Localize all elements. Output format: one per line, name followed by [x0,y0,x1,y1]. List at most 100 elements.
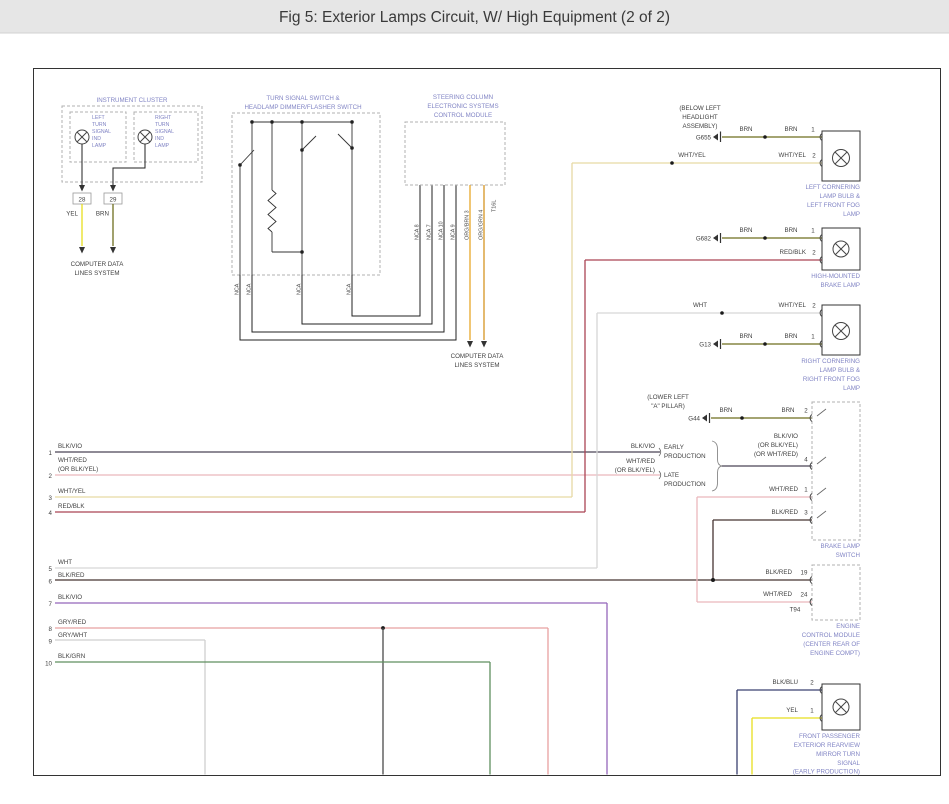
ground-id-label: G44 [688,416,700,423]
ground-location-label: HEADLIGHT [682,114,718,121]
component-label: RIGHT FRONT FOG [803,376,860,383]
wire-row-label: BLK/VIO [58,594,82,601]
wire-row-label: (OR BLK/YEL) [58,466,98,473]
right-lamp-label: SIGNAL [155,129,174,135]
wire-label: BRN [719,407,732,414]
right-lamp-label: RIGHT [155,115,172,121]
wire-row-label: GRY/WHT [58,632,87,639]
right-cornering-lamp: WHT WHT/YEL 2 G13 BRN BRN 1 RIGHT CORNER… [597,302,861,568]
component-label: ENGINE COMPT) [810,650,860,657]
production-variant-label: EARLY [664,444,684,451]
junction-dot [763,342,767,346]
wire-label: (OR WHT/RED) [754,451,798,458]
junction-dot [763,236,767,240]
component-label: LAMP BULB & [820,193,861,200]
wire-label: BRN [784,333,797,340]
wire-switch-to-module [302,185,432,324]
right-lamp-label: LAMP [155,143,170,149]
wire-row-num: 8 [49,626,53,633]
pin-number: 24 [801,592,808,599]
component-label: HIGH-MOUNTED [811,273,860,280]
pin-number: 1 [811,127,815,134]
steering-module-title: STEERING COLUMN [433,94,493,101]
wire-row-label: WHT/YEL [58,488,86,495]
wire-row-num: 4 [49,510,53,517]
component-label: ENGINE [836,623,860,630]
wire-label: WHT/RED [769,486,798,493]
wire-label: BLK/BLU [773,679,798,686]
lamp-bulb-icon [833,323,850,340]
left-lamp-label: IND [92,136,101,142]
wire-row-label: BLK/GRN [58,653,85,660]
pin-number: 2 [812,153,816,160]
component-label: LAMP BULB & [820,367,861,374]
ground-connector-icon [713,132,721,143]
wire-label: BLK/VIO [631,443,655,450]
wire-row-label: RED/BLK [58,503,85,510]
left-lamp-label: LAMP [92,143,107,149]
steering-module-title: ELECTRONIC SYSTEMS [427,103,498,110]
brace-icon [712,441,722,491]
right-cornering-lamp-box [822,305,860,355]
junction-dot [720,311,724,315]
wire-label: BRN [784,126,797,133]
lamp-bulb-icon [833,150,850,167]
arrow-down-icon [467,341,473,348]
junction-dot [711,578,715,582]
pin-number: 2 [812,303,816,310]
component-label: BRAKE LAMP [820,282,860,289]
wire-row-num: 2 [49,473,53,480]
page-title: Fig 5: Exterior Lamps Circuit, W/ High E… [279,9,670,26]
left-lamp-label: TURN [92,122,107,128]
instrument-cluster: INSTRUMENT CLUSTER LEFT TURN SIGNAL IND … [62,97,202,277]
brake-lamp-switch: (LOWER LEFT "A" PILLAR) G44 BRN BRN 2 BL… [615,394,860,602]
component-label: LAMP [843,385,860,392]
wire-label: YEL [786,707,798,714]
pin-number: 28 [79,197,86,204]
ground-location-label: (LOWER LEFT [647,394,689,401]
connector-id-label: T94 [790,607,801,614]
steering-module-title: CONTROL MODULE [434,112,492,119]
left-lamp-label: LEFT [92,115,106,121]
lamp-bulb-icon [833,241,849,257]
component-label: RIGHT CORNERING [801,358,860,365]
wire-row-label: WHT/RED [58,457,87,464]
component-label: (EARLY PRODUCTION) [793,769,860,776]
wire-row-label: BLK/VIO [58,443,82,450]
component-label: (CENTER REAR OF [803,641,860,648]
production-variant-label: PRODUCTION [664,481,706,488]
wire-label: BRN [784,227,797,234]
wire-label: BRN [739,126,752,133]
diagram-border [34,69,941,776]
ground-connector-icon [702,413,710,423]
switch-blade-icon [817,409,826,416]
steering-module-box [405,122,505,185]
computer-data-lines-label: LINES SYSTEM [454,362,499,369]
wire-label: WHT/YEL [678,152,706,159]
turn-signal-switch-title: TURN SIGNAL SWITCH & [266,95,340,102]
wire-row-label: BLK/RED [58,572,85,579]
wire-label: BLK/RED [766,569,793,576]
wire-label: BLK/RED [772,509,799,516]
pin-number: 2 [804,408,808,415]
wire-row-num: 9 [49,639,53,646]
wire-label: WHT/RED [626,458,655,465]
left-lamp-label: SIGNAL [92,129,111,135]
pin-number: 19 [801,570,808,577]
computer-data-lines-label: COMPUTER DATA [451,353,505,360]
ecm-box [812,565,860,620]
pin-number: 1 [811,334,815,341]
lamp-bulb-icon [833,699,849,715]
instrument-cluster-title: INSTRUMENT CLUSTER [96,97,168,104]
diagram-canvas: Fig 5: Exterior Lamps Circuit, W/ High E… [0,0,949,804]
wire-row-num: 1 [49,450,53,457]
ground-connector-icon [713,339,721,349]
wire-label: (OR BLK/YEL) [615,467,655,474]
wire-row-label: WHT [58,559,72,566]
ground-id-label: G13 [699,342,711,349]
wire-row-num: 10 [45,661,52,668]
module-connector-label: T16L [492,200,498,212]
left-turn-lamp-icon [75,130,89,144]
turn-signal-switch-title: HEADLAMP DIMMER/FLASHER SWITCH [244,104,361,111]
wire-label-yel: YEL [66,211,78,218]
